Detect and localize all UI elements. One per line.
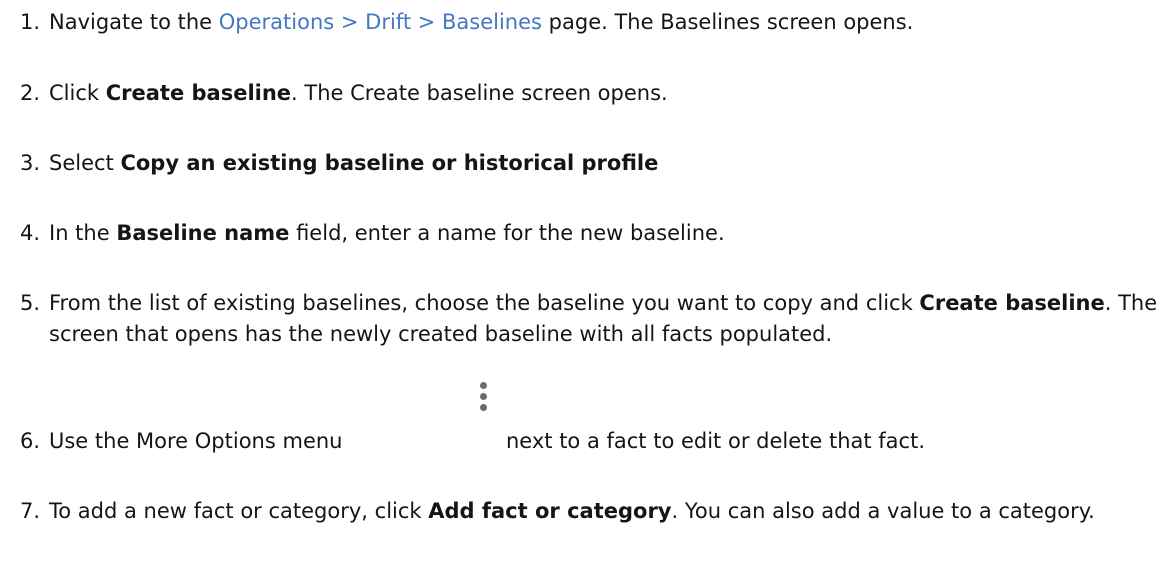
step-number: 4.	[19, 221, 40, 245]
step-number: 7.	[19, 499, 40, 523]
create-baseline-label: Create baseline	[105, 81, 292, 105]
step-text: Navigate to the Operations > Drift > Bas…	[49, 10, 914, 34]
add-fact-or-category-label: Add fact or category	[428, 499, 672, 523]
kebab-vertical-icon	[477, 381, 489, 421]
step-number: 2.	[19, 81, 40, 105]
baseline-name-field-label: Baseline name	[116, 221, 290, 245]
step-number: 1.	[19, 10, 40, 34]
step-number: 6.	[19, 429, 40, 453]
step-number: 5.	[19, 291, 40, 315]
step-text: Click Create baseline. The Create baseli…	[49, 81, 668, 105]
step-number: 3.	[19, 151, 40, 175]
step-text: To add a new fact or category, click Add…	[49, 499, 1095, 523]
step-text: Select Copy an existing baseline or hist…	[49, 151, 659, 175]
copy-existing-option-label: Copy an existing baseline or historical …	[120, 151, 659, 175]
step-text: From the list of existing baselines, cho…	[49, 291, 1158, 346]
operations-drift-baselines-link[interactable]: Operations > Drift > Baselines	[219, 10, 542, 34]
step-text: In the Baseline name field, enter a name…	[49, 221, 725, 245]
create-baseline-label: Create baseline	[919, 291, 1105, 315]
